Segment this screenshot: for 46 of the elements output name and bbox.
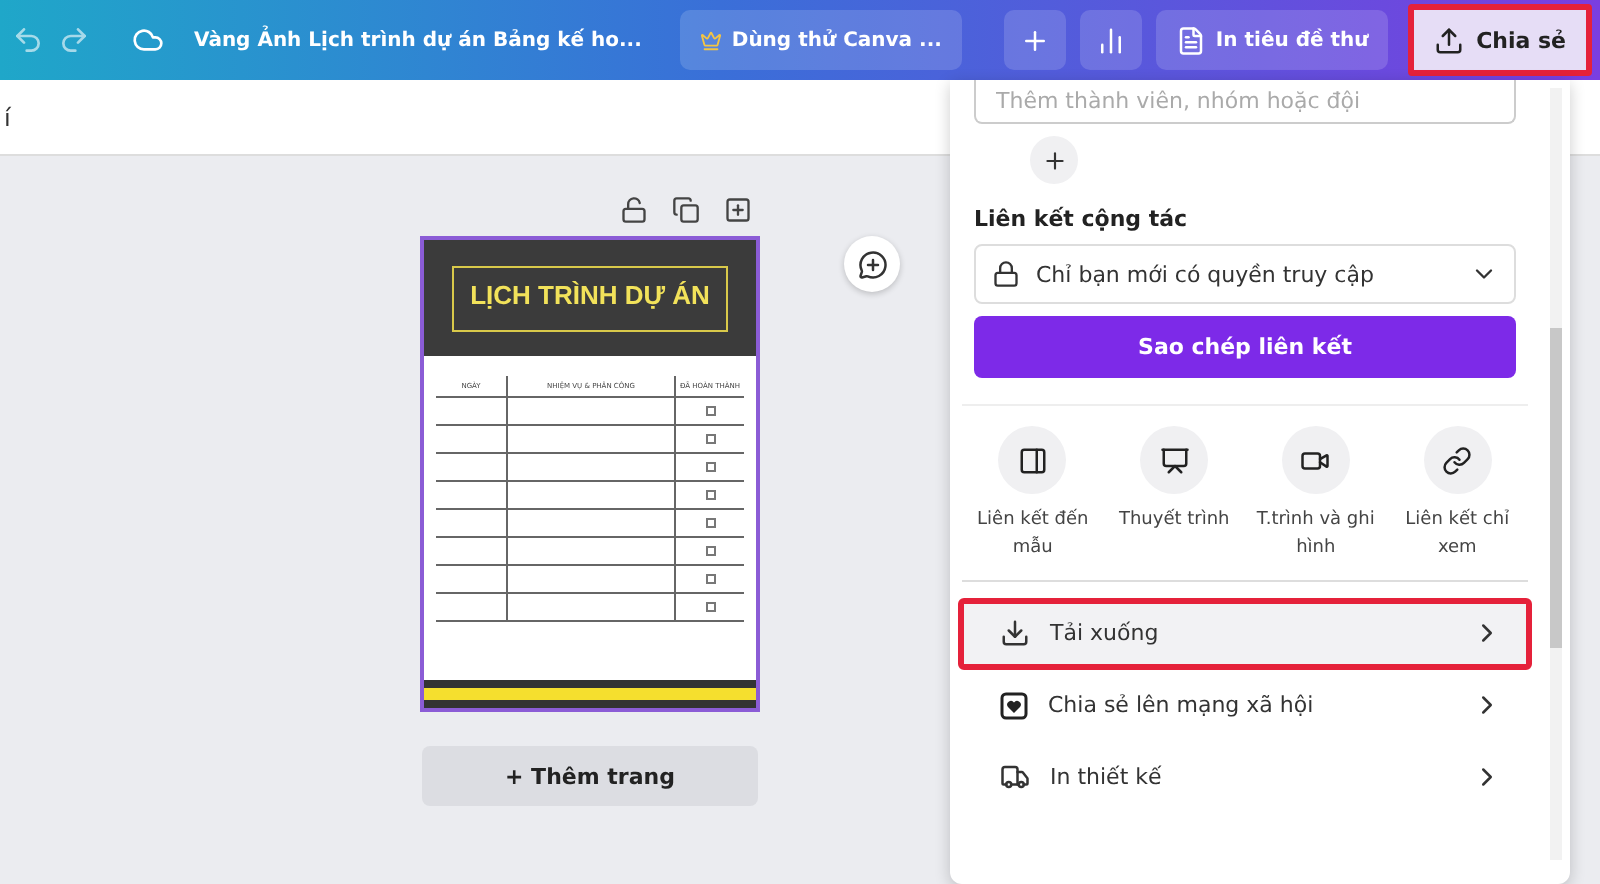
share-option[interactable]: T.trình và ghi hình [1245, 426, 1387, 564]
plus-icon [1041, 147, 1067, 173]
plus-icon [1019, 25, 1050, 55]
page-title: LỊCH TRÌNH DỰ ÁN [452, 265, 728, 331]
add-page-icon[interactable] [724, 196, 752, 224]
section-title: Liên kết cộng tác [974, 206, 1190, 232]
duplicate-icon[interactable] [672, 196, 700, 224]
comment-icon [857, 249, 887, 279]
panel-layout-icon [1017, 445, 1048, 475]
share-option[interactable]: Liên kết chỉ xem [1386, 426, 1528, 564]
menu-item[interactable]: Tải xuống [958, 597, 1532, 670]
heart-square-icon [1000, 691, 1028, 720]
add-button[interactable] [1003, 10, 1066, 70]
bar-chart-icon [1095, 25, 1126, 55]
table-cell [436, 566, 508, 594]
download-icon [1000, 618, 1030, 649]
trial-button[interactable]: Dùng thử Canva ... [679, 10, 962, 70]
share-button[interactable]: Chia sẻ [1408, 4, 1592, 76]
member-input-field[interactable]: Thêm thành viên, nhóm hoặc đội [974, 80, 1516, 124]
toolbar-text: í [4, 103, 11, 131]
lock-icon [992, 260, 1020, 288]
table-cell [436, 398, 508, 426]
insights-button[interactable] [1079, 10, 1142, 70]
link-icon [1442, 445, 1473, 475]
access-dropdown[interactable]: Chỉ bạn mới có quyền truy cập [974, 244, 1516, 304]
print-letterhead-button[interactable]: In tiêu đề thư [1155, 10, 1389, 70]
document-icon [1175, 25, 1206, 55]
cloud-icon[interactable] [132, 24, 164, 56]
unlock-icon[interactable] [620, 196, 648, 224]
add-page-button[interactable]: + Thêm trang [422, 746, 758, 806]
table-cell [436, 482, 508, 510]
share-icon [1434, 25, 1465, 55]
crown-icon [699, 29, 722, 51]
table-cell [436, 426, 508, 454]
table-cell [436, 454, 508, 482]
table-cell [436, 538, 508, 566]
share-option[interactable]: Thuyết trình [1103, 426, 1245, 564]
share-option[interactable]: Liên kết đến mẫu [962, 426, 1104, 564]
comment-button[interactable] [844, 236, 900, 292]
presentation-icon [1159, 445, 1190, 475]
add-member-button[interactable] [1030, 136, 1078, 184]
document-title: Vàng Ảnh Lịch trình dự án Bảng kế ho... [194, 29, 642, 51]
table-cell [436, 594, 508, 622]
copy-link-button[interactable]: Sao chép liên kết [974, 316, 1516, 378]
truck-icon [1000, 762, 1030, 793]
table-cell [436, 510, 508, 538]
